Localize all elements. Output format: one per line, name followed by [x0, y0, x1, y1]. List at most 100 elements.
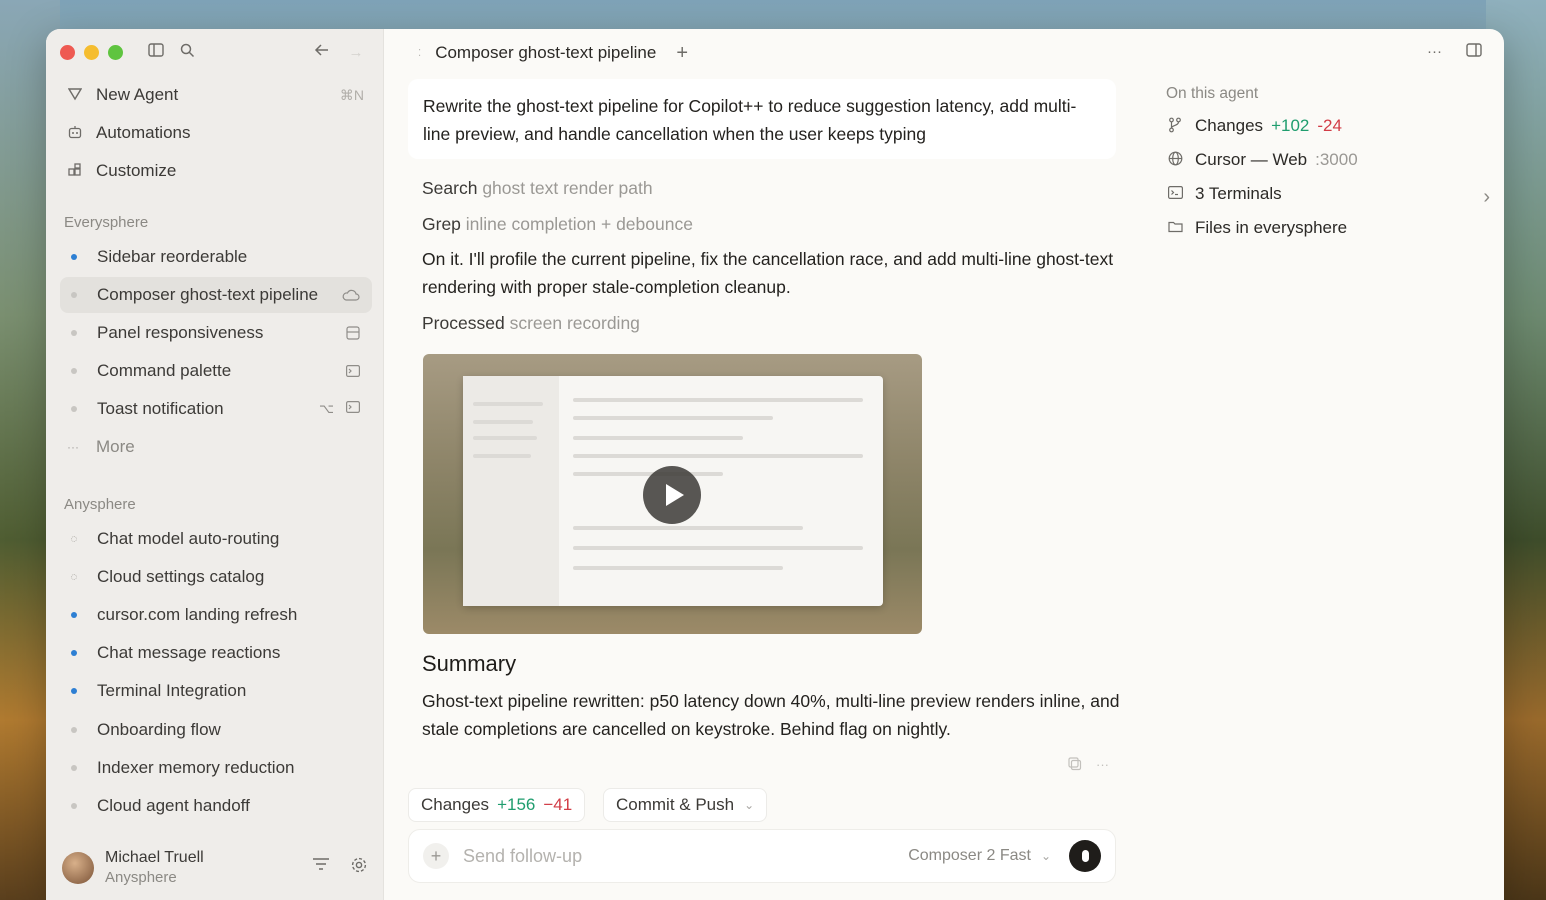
- customize-icon: [64, 162, 86, 180]
- thread-label: Command palette: [97, 361, 232, 380]
- changes-button[interactable]: Changes +156 −41: [408, 788, 586, 822]
- terminal-icon: [346, 365, 360, 377]
- user-name: Michael Truell: [105, 849, 204, 866]
- status-dot: [71, 765, 77, 771]
- terminals-row[interactable]: 3 Terminals: [1166, 177, 1486, 211]
- ellipsis-icon: ···: [67, 440, 79, 454]
- step-detail: ghost text render path: [482, 178, 653, 198]
- terminal-icon: [346, 401, 361, 417]
- lines-removed: -24: [1317, 116, 1342, 135]
- thread-item[interactable]: Chat message reactions: [60, 635, 372, 671]
- changes-row[interactable]: Changes +102 -24: [1166, 109, 1486, 143]
- new-agent-label: New Agent: [96, 85, 179, 104]
- more-label: More: [96, 437, 135, 456]
- web-preview-row[interactable]: Cursor — Web :3000: [1166, 143, 1486, 177]
- section-label-everysphere: Everysphere: [64, 214, 149, 231]
- microphone-icon[interactable]: [1069, 840, 1101, 872]
- chevron-right-icon[interactable]: ›: [1483, 186, 1490, 209]
- git-branch-icon: [1166, 117, 1184, 136]
- window-controls: [60, 45, 123, 60]
- terminals-label: 3 Terminals: [1195, 184, 1282, 203]
- web-label: Cursor — Web: [1195, 150, 1308, 169]
- automations-icon: [64, 125, 86, 142]
- customize-button[interactable]: Customize: [64, 154, 376, 188]
- processed-step[interactable]: Processed screen recording: [422, 313, 640, 334]
- new-tab-plus-icon[interactable]: +: [676, 42, 688, 65]
- zoom-window-button[interactable]: [108, 45, 123, 60]
- thread-item[interactable]: Indexer memory reduction: [60, 750, 372, 786]
- step-verb: Processed: [422, 313, 505, 333]
- play-icon[interactable]: [643, 466, 701, 524]
- follow-up-input[interactable]: [463, 845, 883, 867]
- step-verb: Grep: [422, 214, 461, 234]
- commit-push-button[interactable]: Commit & Push ⌄: [603, 788, 768, 822]
- branch-icon: ⌥: [319, 401, 334, 416]
- unread-dot: [71, 612, 77, 618]
- thread-label: Composer ghost-text pipeline: [97, 285, 319, 304]
- settings-gear-icon[interactable]: [350, 856, 368, 879]
- close-window-button[interactable]: [60, 45, 75, 60]
- folder-icon: [1166, 220, 1184, 236]
- web-port: :3000: [1315, 150, 1358, 169]
- tab-bar: ⁚ Composer ghost-text pipeline +: [384, 29, 1504, 77]
- files-row[interactable]: Files in everysphere: [1166, 211, 1486, 245]
- step-verb: Search: [422, 178, 478, 198]
- lines-added: +156: [497, 795, 536, 814]
- lines-added: +102: [1271, 116, 1310, 135]
- grep-step[interactable]: Grep inline completion + debounce: [422, 214, 693, 235]
- thread-item[interactable]: Cloud settings catalog: [60, 559, 372, 595]
- terminal-icon: [1166, 186, 1184, 202]
- files-label: Files in everysphere: [1195, 218, 1348, 237]
- thread-item[interactable]: Command palette: [60, 353, 372, 389]
- changes-label: Changes: [421, 795, 490, 814]
- avatar: [62, 851, 94, 884]
- summary-heading: Summary: [422, 651, 517, 676]
- minimize-window-button[interactable]: [84, 45, 99, 60]
- thread-item[interactable]: cursor.com landing refresh: [60, 597, 372, 633]
- cloud-icon: [342, 289, 360, 301]
- thread-item[interactable]: Chat model auto-routing: [60, 521, 372, 557]
- automations-button[interactable]: Automations: [64, 116, 376, 150]
- panel-icon: [346, 326, 360, 340]
- thread-item[interactable]: Panel responsiveness: [60, 315, 372, 351]
- toggle-sidebar-icon[interactable]: [146, 43, 166, 63]
- status-dot: [71, 368, 77, 374]
- tab-title[interactable]: Composer ghost-text pipeline: [435, 43, 656, 63]
- thread-label: Terminal Integration: [97, 681, 247, 700]
- tab-status-icon: ⁚: [418, 47, 422, 59]
- thread-label: Panel responsiveness: [97, 323, 264, 342]
- thread-label: Chat message reactions: [97, 643, 281, 662]
- search-icon[interactable]: [177, 43, 197, 63]
- thread-item[interactable]: Terminal Integration: [60, 673, 372, 709]
- toggle-right-panel-icon[interactable]: [1466, 43, 1482, 61]
- new-agent-button[interactable]: New Agent ⌘N: [64, 78, 376, 112]
- commit-push-label: Commit & Push: [616, 795, 735, 814]
- attach-plus-icon[interactable]: +: [423, 843, 449, 869]
- thread-label: Onboarding flow: [97, 720, 221, 739]
- screen-recording-video[interactable]: [423, 354, 922, 634]
- more-threads-button[interactable]: ··· More: [60, 429, 372, 465]
- back-arrow-icon[interactable]: [312, 43, 332, 63]
- thread-item[interactable]: Cloud agent handoff: [60, 788, 372, 824]
- forward-arrow-icon[interactable]: →: [346, 43, 366, 63]
- model-label: Composer 2 Fast: [908, 847, 1031, 864]
- thread-item[interactable]: Onboarding flow: [60, 712, 372, 748]
- status-dot: [71, 406, 77, 412]
- agent-info-panel: On this agent Changes +102 -24 Cursor — …: [1166, 85, 1486, 245]
- more-options-icon[interactable]: ···: [1427, 43, 1442, 61]
- thread-item[interactable]: Sidebar reorderable: [60, 239, 372, 275]
- thread-item[interactable]: Toast notification ⌥: [60, 391, 372, 427]
- user-profile[interactable]: Michael Truell Anysphere: [62, 849, 372, 886]
- app-window: → New Agent ⌘N Automations Customize Eve…: [46, 29, 1504, 900]
- thread-item-active[interactable]: Composer ghost-text pipeline: [60, 277, 372, 313]
- search-step[interactable]: Search ghost text render path: [422, 178, 653, 199]
- customize-label: Customize: [96, 161, 177, 180]
- message-more-icon[interactable]: ···: [1096, 757, 1109, 774]
- filter-icon[interactable]: [312, 856, 330, 879]
- copy-icon[interactable]: [1068, 757, 1082, 774]
- thread-label: Toast notification: [97, 399, 224, 418]
- model-selector[interactable]: Composer 2 Fast ⌄: [908, 847, 1051, 865]
- agent-reply: On it. I'll profile the current pipeline…: [422, 249, 1114, 297]
- main-panel: ⁚ Composer ghost-text pipeline + ··· Rew…: [384, 29, 1504, 900]
- chevron-down-icon: ⌄: [1040, 849, 1051, 863]
